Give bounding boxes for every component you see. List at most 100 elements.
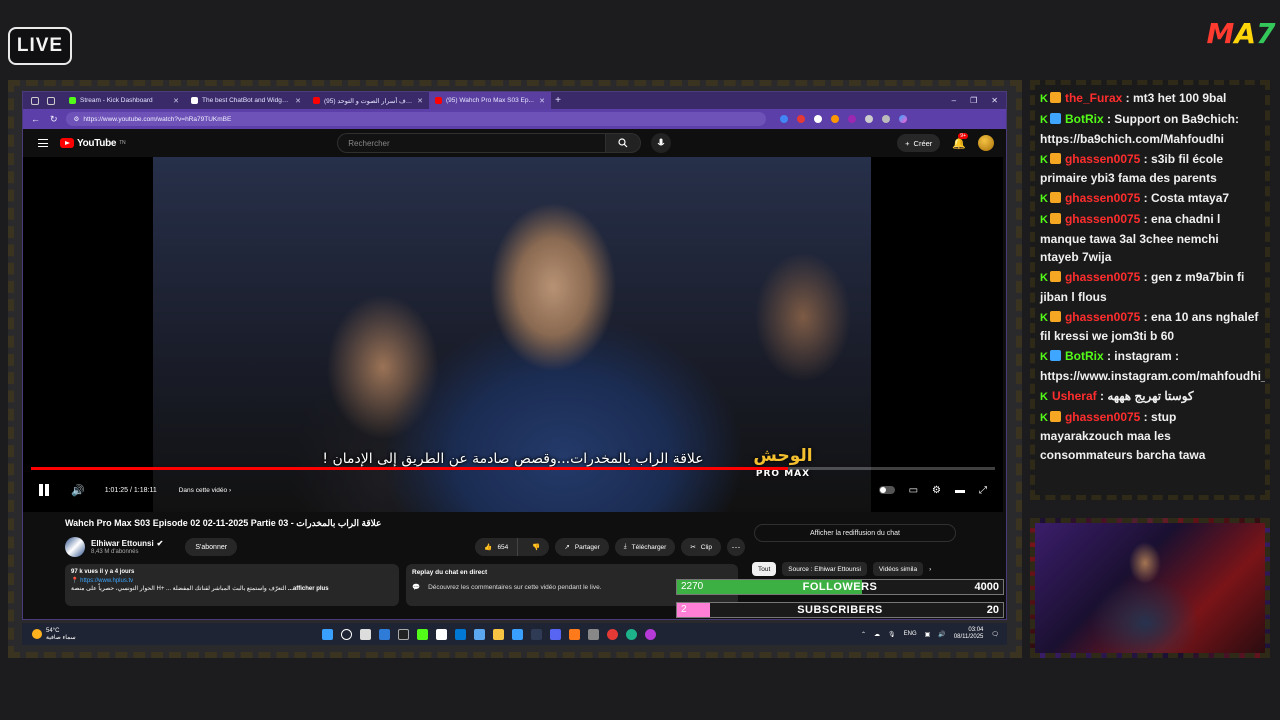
share-button[interactable]: ↗ Partager (555, 538, 609, 556)
fullscreen-icon[interactable]: ⤢ (979, 485, 987, 496)
chip-all[interactable]: Tout (752, 562, 777, 576)
minimize-icon[interactable]: – (952, 96, 956, 105)
volume-icon[interactable]: 🔊 (938, 631, 945, 638)
show-more-button[interactable]: ...afficher plus (288, 586, 329, 592)
chrome-icon[interactable] (607, 628, 618, 640)
notifications-button[interactable]: 🔔 9+ (952, 132, 968, 150)
close-tab-icon[interactable]: ✕ (173, 97, 179, 105)
back-icon[interactable]: ← (31, 114, 40, 125)
tab-actions-icon[interactable] (47, 96, 55, 105)
chip-similar[interactable]: Vidéos simila (872, 562, 924, 576)
chat-username[interactable]: ghassen0075 (1065, 152, 1140, 166)
kick-icon: K (1040, 411, 1048, 424)
menu-icon[interactable] (38, 139, 48, 147)
media-player-icon[interactable] (645, 628, 656, 640)
discord-icon[interactable] (550, 628, 561, 640)
browser-tab[interactable]: The best ChatBot and Widgets f... ✕ (185, 92, 307, 109)
chat-username[interactable]: Usheraf (1052, 389, 1097, 403)
chat-username[interactable]: ghassen0075 (1065, 270, 1140, 284)
search-button[interactable] (605, 133, 642, 153)
cloud-icon[interactable]: ☁ (874, 631, 880, 638)
app-icon[interactable] (531, 628, 542, 640)
like-button[interactable]: 👍 654 (475, 538, 519, 556)
chip-source[interactable]: Source : Elhiwar Ettounsi (782, 562, 867, 576)
clock[interactable]: 03:04 08/11/2025 (954, 627, 984, 641)
url-field[interactable]: ⚙ https://www.youtube.com/watch?v=hRa79T… (65, 112, 766, 126)
description-box[interactable]: 97 k vues il y a 4 jours 📍 https://www.h… (65, 564, 399, 606)
close-tab-icon[interactable]: ✕ (539, 97, 545, 105)
account-avatar[interactable] (978, 135, 994, 151)
subscribe-button[interactable]: S'abonner (185, 538, 238, 556)
app-icon[interactable] (379, 628, 390, 640)
app-icon[interactable] (398, 628, 409, 640)
time-display: 1:01:25 / 1:18:11 (104, 486, 157, 494)
copilot-icon[interactable] (898, 115, 907, 123)
language-indicator[interactable]: ENG (904, 631, 917, 637)
volume-icon[interactable]: 🔊 (71, 484, 85, 497)
notification-center-icon[interactable]: 🗨 (991, 631, 999, 638)
theater-mode-icon[interactable]: ▬ (955, 485, 965, 496)
channel-avatar[interactable] (65, 537, 85, 557)
youtube-logo[interactable]: YouTube TN (60, 138, 126, 149)
more-actions-icon[interactable]: ⋯ (727, 538, 745, 556)
profile-icon[interactable] (881, 115, 890, 123)
browser-tab[interactable]: (95) Wahch Pro Max S03 Ep... ✕ (429, 92, 551, 109)
chat-username[interactable]: ghassen0075 (1065, 212, 1140, 226)
maximize-icon[interactable]: ❐ (970, 96, 977, 105)
voice-search-button[interactable] (651, 133, 672, 153)
app-icon[interactable] (588, 628, 599, 640)
app-icon[interactable] (417, 628, 428, 640)
chat-username[interactable]: the_Furax (1065, 91, 1122, 105)
video-player[interactable]: علاقة الراب بالمخدرات...وقصص صادمة عن ال… (23, 157, 1003, 512)
app-icon[interactable] (455, 628, 466, 640)
show-chat-replay-button[interactable]: Afficher la rediffusion du chat (754, 524, 956, 542)
workspaces-icon[interactable] (31, 96, 39, 105)
site-info-icon[interactable]: ⚙ (74, 115, 80, 123)
extension-icon[interactable] (779, 115, 788, 123)
extension-icon[interactable] (796, 115, 805, 123)
close-tab-icon[interactable]: ✕ (295, 97, 301, 105)
edge-icon[interactable] (626, 628, 637, 640)
app-icon[interactable] (474, 628, 485, 640)
channel-name[interactable]: Elhiwar Ettounsi ✔ (91, 539, 163, 548)
autoplay-toggle[interactable] (878, 486, 895, 494)
mic-icon[interactable]: 🎙 (888, 631, 896, 638)
chapter-button[interactable]: Dans cette vidéo › (179, 487, 231, 494)
chat-username[interactable]: ghassen0075 (1065, 410, 1140, 424)
download-button[interactable]: ⤓ Télécharger (614, 538, 676, 556)
description-link[interactable]: https://www.hplus.tv (80, 578, 133, 584)
extension-icon[interactable] (847, 115, 856, 123)
chat-username[interactable]: BotRix (1065, 349, 1104, 363)
folder-icon[interactable] (493, 628, 504, 640)
search-input[interactable]: Rechercher (337, 133, 606, 153)
task-view-icon[interactable] (360, 628, 371, 640)
progress-bar[interactable] (31, 467, 995, 470)
chevron-right-icon[interactable]: › (929, 566, 931, 573)
network-icon[interactable]: ▣ (925, 631, 931, 638)
app-icon[interactable] (512, 628, 523, 640)
browser-tab[interactable]: (95) إكتشاف أسرار الصوت و التوحد...✕ (307, 92, 429, 109)
start-icon[interactable] (322, 628, 333, 640)
new-tab-button[interactable]: + (551, 95, 565, 106)
extension-icon[interactable] (813, 115, 822, 123)
pause-icon[interactable] (37, 483, 51, 497)
refresh-icon[interactable]: ↻ (50, 114, 58, 125)
dislike-button[interactable]: 👎 (523, 543, 549, 551)
search-icon[interactable] (341, 628, 352, 640)
chat-username[interactable]: ghassen0075 (1065, 310, 1140, 324)
app-icon[interactable] (436, 628, 447, 640)
create-button[interactable]: + Créer (897, 134, 941, 152)
close-tab-icon[interactable]: ✕ (417, 97, 423, 105)
chevron-up-icon[interactable]: ⌃ (861, 631, 866, 638)
chat-username[interactable]: BotRix (1065, 112, 1104, 126)
close-window-icon[interactable]: ✕ (991, 96, 998, 105)
favorites-icon[interactable] (864, 115, 873, 123)
subtitles-icon[interactable]: ▭ (909, 485, 918, 496)
weather-widget[interactable]: 54°C سماء صافية (22, 628, 322, 641)
chat-username[interactable]: ghassen0075 (1065, 191, 1140, 205)
clip-button[interactable]: ✂ Clip (681, 538, 721, 556)
settings-icon[interactable]: ⚙ (932, 485, 941, 496)
extension-icon[interactable] (830, 115, 839, 123)
browser-tab[interactable]: Stream - Kick Dashboard ✕ (63, 92, 185, 109)
app-icon[interactable] (569, 628, 580, 640)
